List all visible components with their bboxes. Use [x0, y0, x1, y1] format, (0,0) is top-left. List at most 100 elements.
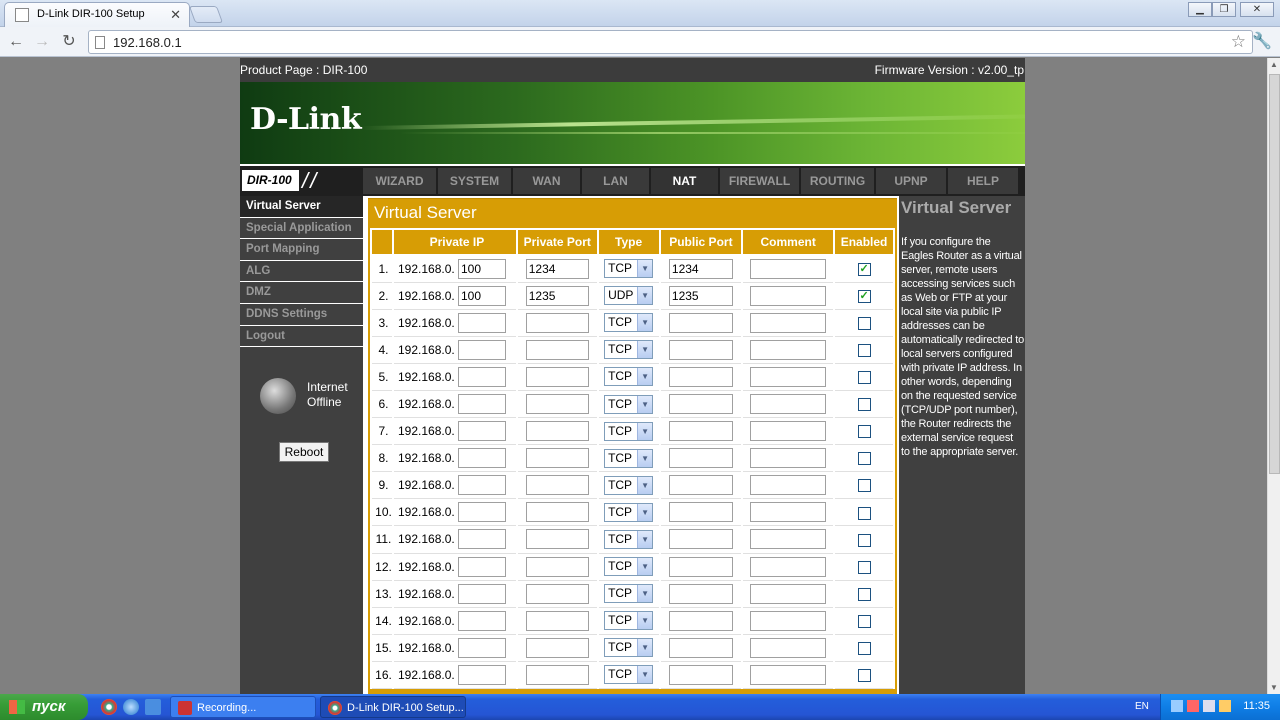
protocol-select[interactable]: TCP ▼	[604, 557, 654, 577]
chevron-down-icon[interactable]: ▼	[637, 314, 653, 332]
wrench-menu-icon[interactable]: 🔧	[1252, 31, 1272, 51]
protocol-select[interactable]: TCP ▼	[604, 502, 654, 522]
enabled-checkbox[interactable]	[857, 425, 871, 439]
private-port-input[interactable]	[525, 339, 589, 360]
chevron-down-icon[interactable]: ▼	[637, 666, 653, 684]
public-port-input[interactable]	[668, 610, 733, 631]
chevron-down-icon[interactable]: ▼	[637, 449, 653, 467]
enabled-checkbox[interactable]	[857, 560, 871, 574]
protocol-select[interactable]: TCP ▼	[604, 340, 654, 360]
private-ip-input[interactable]	[457, 637, 506, 658]
close-tab-icon[interactable]: ✕	[170, 7, 181, 23]
comment-input[interactable]	[750, 664, 827, 685]
enabled-checkbox[interactable]	[857, 343, 871, 357]
private-ip-input[interactable]	[457, 258, 506, 279]
enabled-checkbox[interactable]	[857, 479, 871, 493]
enabled-checkbox[interactable]	[857, 533, 871, 547]
tray-app-icon[interactable]	[1219, 700, 1231, 712]
protocol-select[interactable]: TCP ▼	[604, 665, 654, 685]
public-port-input[interactable]	[668, 394, 733, 415]
scroll-up-icon[interactable]: ▲	[1270, 60, 1278, 69]
chevron-down-icon[interactable]: ▼	[637, 476, 653, 494]
menu-item-dmz[interactable]: DMZ	[240, 282, 363, 304]
comment-input[interactable]	[750, 285, 827, 306]
reboot-button[interactable]: Reboot	[279, 442, 329, 462]
bookmark-star-icon[interactable]: ☆	[1231, 32, 1246, 52]
private-port-input[interactable]	[525, 637, 589, 658]
comment-input[interactable]	[750, 529, 827, 550]
enabled-checkbox[interactable]	[857, 316, 871, 330]
private-port-input[interactable]	[525, 529, 589, 550]
public-port-input[interactable]	[668, 421, 733, 442]
protocol-select[interactable]: TCP ▼	[604, 313, 654, 333]
tab-upnp[interactable]: UPNP	[876, 168, 946, 194]
private-ip-input[interactable]	[457, 394, 506, 415]
chevron-down-icon[interactable]: ▼	[637, 558, 653, 576]
private-ip-input[interactable]	[457, 610, 506, 631]
address-bar[interactable]: 192.168.0.1 ☆	[88, 30, 1253, 54]
comment-input[interactable]	[750, 475, 827, 496]
private-port-input[interactable]	[525, 421, 589, 442]
chevron-down-icon[interactable]: ▼	[637, 503, 653, 521]
public-port-input[interactable]	[668, 339, 733, 360]
enabled-checkbox[interactable]	[857, 371, 871, 385]
public-port-input[interactable]	[668, 312, 733, 333]
private-port-input[interactable]	[525, 448, 589, 469]
chevron-down-icon[interactable]: ▼	[637, 368, 653, 386]
protocol-select[interactable]: TCP ▼	[604, 584, 654, 604]
comment-input[interactable]	[750, 502, 827, 523]
enabled-checkbox[interactable]	[857, 642, 871, 656]
chevron-down-icon[interactable]: ▼	[637, 395, 653, 413]
public-port-input[interactable]	[668, 664, 733, 685]
public-port-input[interactable]	[668, 366, 733, 387]
comment-input[interactable]	[750, 637, 827, 658]
show-desktop-icon[interactable]	[145, 699, 161, 715]
protocol-select[interactable]: TCP ▼	[604, 259, 654, 279]
protocol-select[interactable]: TCP ▼	[604, 421, 654, 441]
volume-icon[interactable]	[1203, 700, 1215, 712]
private-port-input[interactable]	[525, 285, 589, 306]
private-port-input[interactable]	[525, 366, 589, 387]
protocol-select[interactable]: TCP ▼	[604, 394, 654, 414]
private-port-input[interactable]	[525, 556, 589, 577]
tab-firewall[interactable]: FIREWALL	[720, 168, 799, 194]
start-button[interactable]: пуск	[0, 694, 88, 720]
private-ip-input[interactable]	[457, 366, 506, 387]
protocol-select[interactable]: TCP ▼	[604, 529, 654, 549]
private-port-input[interactable]	[525, 502, 589, 523]
private-ip-input[interactable]	[457, 502, 506, 523]
tab-nat[interactable]: NAT	[651, 168, 718, 194]
private-ip-input[interactable]	[457, 664, 506, 685]
tab-help[interactable]: HELP	[948, 168, 1018, 194]
menu-item-special-application[interactable]: Special Application	[240, 217, 363, 240]
private-port-input[interactable]	[525, 664, 589, 685]
enabled-checkbox[interactable]	[857, 614, 871, 628]
comment-input[interactable]	[750, 583, 827, 604]
private-port-input[interactable]	[525, 258, 589, 279]
scroll-down-icon[interactable]: ▼	[1270, 683, 1278, 692]
menu-item-port-mapping[interactable]: Port Mapping	[240, 239, 363, 261]
menu-item-logout[interactable]: Logout	[240, 325, 363, 348]
private-port-input[interactable]	[525, 394, 589, 415]
private-ip-input[interactable]	[457, 448, 506, 469]
private-port-input[interactable]	[525, 610, 589, 631]
private-ip-input[interactable]	[457, 583, 506, 604]
back-arrow-icon[interactable]: ←	[5, 31, 27, 53]
private-port-input[interactable]	[525, 583, 589, 604]
scroll-thumb[interactable]	[1269, 74, 1280, 474]
private-port-input[interactable]	[525, 475, 589, 496]
comment-input[interactable]	[750, 448, 827, 469]
chrome-icon[interactable]	[101, 699, 117, 715]
enabled-checkbox[interactable]	[857, 398, 871, 412]
enabled-checkbox[interactable]	[857, 506, 871, 520]
comment-input[interactable]	[750, 610, 827, 631]
security-icon[interactable]	[1187, 700, 1199, 712]
tab-lan[interactable]: LAN	[582, 168, 649, 194]
comment-input[interactable]	[750, 312, 827, 333]
chevron-down-icon[interactable]: ▼	[637, 341, 653, 359]
private-ip-input[interactable]	[457, 285, 506, 306]
chevron-down-icon[interactable]: ▼	[637, 612, 653, 630]
public-port-input[interactable]	[668, 448, 733, 469]
tab-routing[interactable]: ROUTING	[801, 168, 874, 194]
protocol-select[interactable]: TCP ▼	[604, 475, 654, 495]
